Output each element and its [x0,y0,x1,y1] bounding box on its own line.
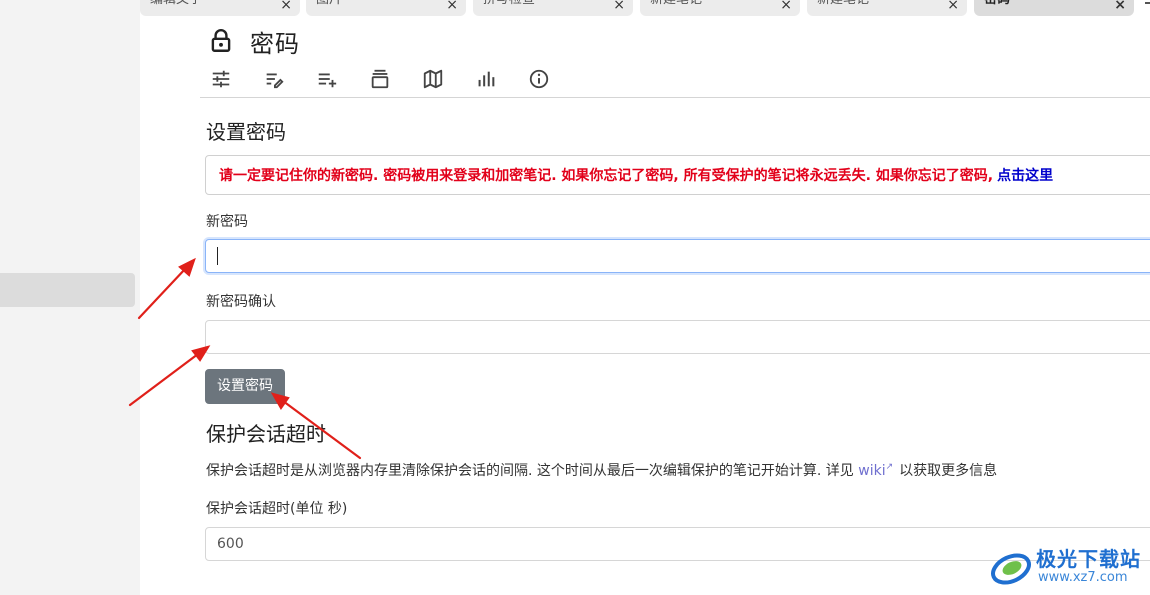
tab-title: 拼写检查 [483,0,535,8]
sidebar [0,0,140,595]
confirm-password-input[interactable] [205,320,1150,354]
set-password-heading: 设置密码 [206,120,286,144]
click-here-link[interactable]: 点击这里 [997,165,1053,185]
tab-image[interactable]: 图片 × [306,0,466,16]
close-icon[interactable]: × [613,0,625,12]
info-icon[interactable] [526,66,552,92]
password-warning-alert: 请一定要记住你的新密码. 密码被用来登录和加密笔记. 如果你忘记了密码, 所有受… [205,155,1150,195]
tab-title: 密码 [984,0,1010,8]
set-password-button[interactable]: 设置密码 [205,369,285,404]
confirm-password-label: 新密码确认 [206,294,276,310]
bar-chart-icon[interactable] [473,66,499,92]
arrow-to-confirm-password [128,352,200,407]
watermark-logo-icon [991,553,1031,585]
tab-title: 新建笔记 [650,0,702,8]
description-text: 保护会话超时是从浏览器内存里清除保护会话的间隔. 这个时间从最后一次编辑保护的笔… [206,463,854,479]
watermark-name: 极光下载站 [1036,547,1141,571]
close-icon[interactable]: × [280,0,292,12]
watermark-url: www.xz7.com [1038,570,1128,585]
session-timeout-heading: 保护会话超时 [206,422,326,446]
new-tab-icon[interactable] [1145,2,1150,4]
arrow-to-new-password [137,266,188,320]
close-icon[interactable]: × [947,0,959,12]
close-icon[interactable]: × [446,0,458,12]
note-title: 密码 [250,29,300,58]
tab-title: 新建笔记 [817,0,869,8]
add-list-icon[interactable] [314,66,340,92]
ribbon-toolbar [208,66,579,92]
ribbon-divider [200,97,1150,98]
tab-spellcheck[interactable]: 拼写检查 × [473,0,633,16]
description-tail: 以获取更多信息 [899,463,998,479]
session-timeout-label: 保护会话超时(单位 秒) [206,501,348,517]
tab-password[interactable]: 密码 × [974,0,1134,16]
tab-bar: 编辑文字 × 图片 × 拼写检查 × 新建笔记 × 新建笔记 × 密码 × [140,0,1150,16]
sidebar-selected-item[interactable] [0,273,135,307]
tab-edit-text[interactable]: 编辑文字 × [140,0,300,16]
note-stack-icon[interactable] [367,66,393,92]
lock-icon [211,29,231,52]
watermark: 极光下载站 www.xz7.com [988,540,1150,595]
text-edit-icon[interactable] [261,66,287,92]
new-password-label: 新密码 [206,214,248,230]
sliders-icon[interactable] [208,66,234,92]
wiki-link[interactable]: wiki [858,463,885,479]
close-icon[interactable]: × [1114,0,1126,12]
new-password-input[interactable] [205,239,1150,273]
external-link-icon: ↗ [885,462,894,473]
session-timeout-description: 保护会话超时是从浏览器内存里清除保护会话的间隔. 这个时间从最后一次编辑保护的笔… [206,460,997,480]
close-icon[interactable]: × [780,0,792,12]
tab-title: 编辑文字 [150,0,202,8]
text-caret [217,247,218,265]
note-title-row: 密码 [208,26,300,58]
tab-title: 图片 [316,0,342,8]
tab-new-note-1[interactable]: 新建笔记 × [640,0,800,16]
arrowhead [178,257,196,277]
alert-text: 请一定要记住你的新密码. 密码被用来登录和加密笔记. 如果你忘记了密码, 所有受… [219,168,994,184]
map-icon[interactable] [420,66,446,92]
tab-new-note-2[interactable]: 新建笔记 × [807,0,967,16]
